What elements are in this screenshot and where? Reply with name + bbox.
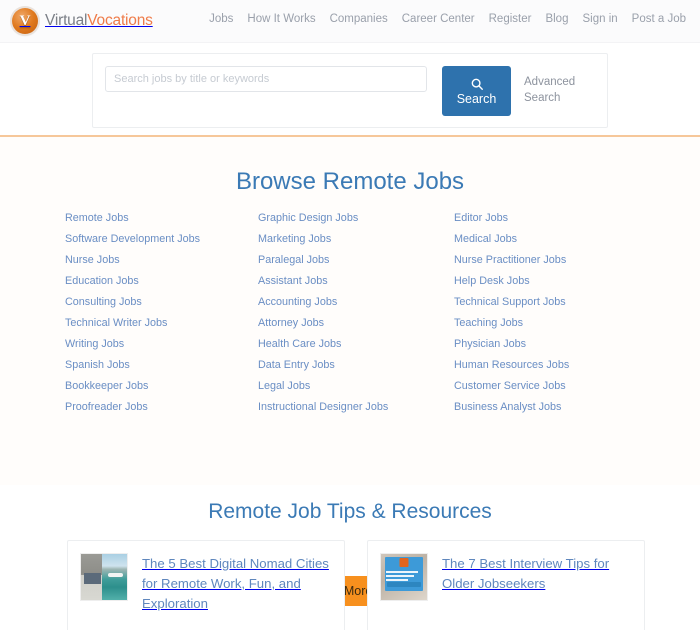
job-link[interactable]: Editor Jobs [454, 208, 654, 229]
nav-item-blog[interactable]: Blog [545, 13, 568, 25]
job-link[interactable]: Instructional Designer Jobs [258, 397, 454, 418]
job-link[interactable]: Physician Jobs [454, 334, 654, 355]
nav-item-career-center[interactable]: Career Center [402, 13, 475, 25]
search-button-label: Search [456, 91, 497, 106]
job-link[interactable]: Legal Jobs [258, 376, 454, 397]
job-link[interactable]: Accounting Jobs [258, 292, 454, 313]
job-link[interactable]: Technical Support Jobs [454, 292, 654, 313]
tips-section-title: Remote Job Tips & Resources [208, 500, 492, 523]
tips-card[interactable]: The 5 Best Digital Nomad Cities for Remo… [67, 540, 345, 630]
job-link[interactable]: Assistant Jobs [258, 271, 454, 292]
nav-item-register[interactable]: Register [489, 13, 532, 25]
logo-word-vocations: Vocations [87, 12, 153, 29]
search-icon [471, 78, 483, 90]
job-link[interactable]: Graphic Design Jobs [258, 208, 454, 229]
browse-remote-jobs-section: Browse Remote Jobs Remote Jobs Software … [0, 137, 700, 606]
job-link[interactable]: Help Desk Jobs [454, 271, 654, 292]
browse-section-title: Browse Remote Jobs [235, 168, 465, 195]
tips-card-list: The 5 Best Digital Nomad Cities for Remo… [67, 540, 645, 630]
page-root: V VirtualVocations Jobs How It Works Com… [0, 0, 700, 630]
job-link[interactable]: Consulting Jobs [65, 292, 258, 313]
job-link[interactable]: Attorney Jobs [258, 313, 454, 334]
job-link[interactable]: Health Care Jobs [258, 334, 454, 355]
logo-word-virtual: Virtual [45, 12, 88, 29]
site-header: V VirtualVocations Jobs How It Works Com… [0, 0, 700, 43]
tips-card-title: The 7 Best Interview Tips for Older Jobs… [442, 556, 610, 591]
job-link[interactable]: Human Resources Jobs [454, 355, 654, 376]
job-link[interactable]: Medical Jobs [454, 229, 654, 250]
nav-item-post-a-job[interactable]: Post a Job [632, 13, 686, 25]
advanced-search-link[interactable]: Advanced Search [524, 74, 596, 106]
job-link[interactable]: Nurse Jobs [65, 250, 258, 271]
job-link[interactable]: Spanish Jobs [65, 355, 258, 376]
job-link[interactable]: Remote Jobs [65, 208, 258, 229]
job-link[interactable]: Customer Service Jobs [454, 376, 654, 397]
job-link[interactable]: Education Jobs [65, 271, 258, 292]
job-link[interactable]: Bookkeeper Jobs [65, 376, 258, 397]
site-logo[interactable]: V VirtualVocations [12, 8, 153, 34]
tips-card[interactable]: The 7 Best Interview Tips for Older Jobs… [367, 540, 645, 630]
nav-item-sign-in[interactable]: Sign in [582, 13, 617, 25]
job-link[interactable]: Technical Writer Jobs [65, 313, 258, 334]
job-link[interactable]: Paralegal Jobs [258, 250, 454, 271]
nav-item-companies[interactable]: Companies [330, 13, 388, 25]
search-input[interactable] [105, 66, 427, 92]
nav-item-jobs[interactable]: Jobs [209, 13, 233, 25]
logo-badge-icon: V [12, 8, 38, 34]
job-search-panel: Search Advanced Search [92, 53, 608, 128]
job-link[interactable]: Writing Jobs [65, 334, 258, 355]
job-link[interactable]: Nurse Practitioner Jobs [454, 250, 654, 271]
job-link[interactable]: Software Development Jobs [65, 229, 258, 250]
job-category-column-2: Graphic Design Jobs Marketing Jobs Paral… [258, 208, 454, 418]
job-category-columns: Remote Jobs Software Development Jobs Nu… [0, 208, 700, 418]
article-thumbnail-beach [80, 553, 128, 601]
job-link[interactable]: Marketing Jobs [258, 229, 454, 250]
job-category-column-3: Editor Jobs Medical Jobs Nurse Practitio… [454, 208, 654, 418]
logo-wordmark: VirtualVocations [45, 12, 153, 30]
job-link[interactable]: Teaching Jobs [454, 313, 654, 334]
search-button[interactable]: Search [442, 66, 511, 116]
job-link[interactable]: Proofreader Jobs [65, 397, 258, 418]
job-link[interactable]: Business Analyst Jobs [454, 397, 654, 418]
nav-item-how-it-works[interactable]: How It Works [247, 13, 315, 25]
main-navigation: Jobs How It Works Companies Career Cente… [209, 13, 686, 25]
job-category-column-1: Remote Jobs Software Development Jobs Nu… [65, 208, 258, 418]
article-thumbnail-interview [380, 553, 428, 601]
tips-card-title: The 5 Best Digital Nomad Cities for Remo… [142, 556, 329, 611]
job-link[interactable]: Data Entry Jobs [258, 355, 454, 376]
